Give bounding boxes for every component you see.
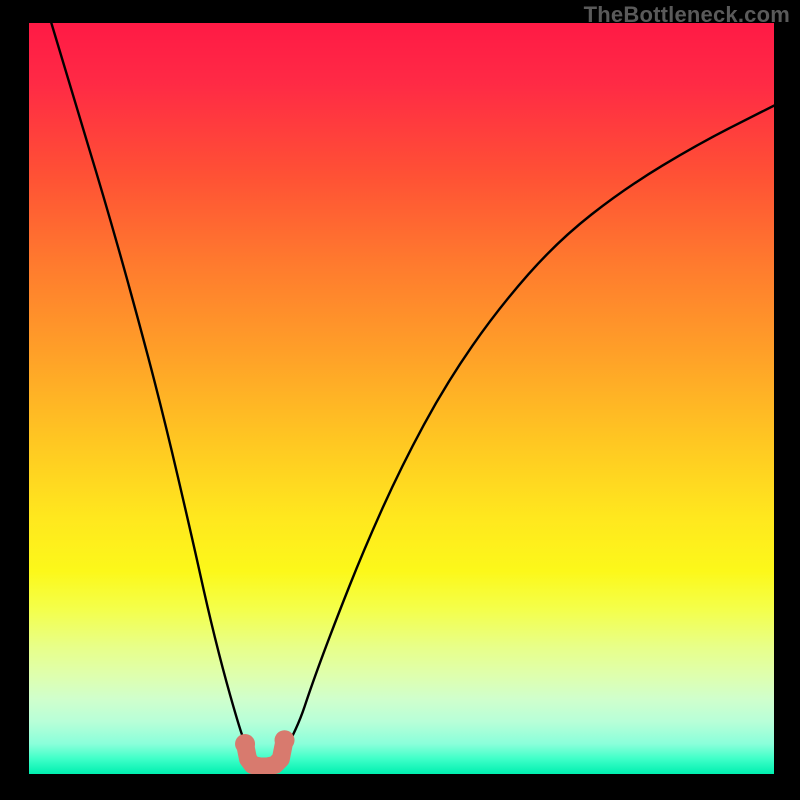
watermark-text: TheBottleneck.com — [584, 2, 790, 28]
marker-layer — [29, 23, 774, 774]
chart-plot-area — [29, 23, 774, 774]
marker-endpoint-right — [275, 730, 295, 750]
marker-endpoint-left — [235, 734, 255, 754]
